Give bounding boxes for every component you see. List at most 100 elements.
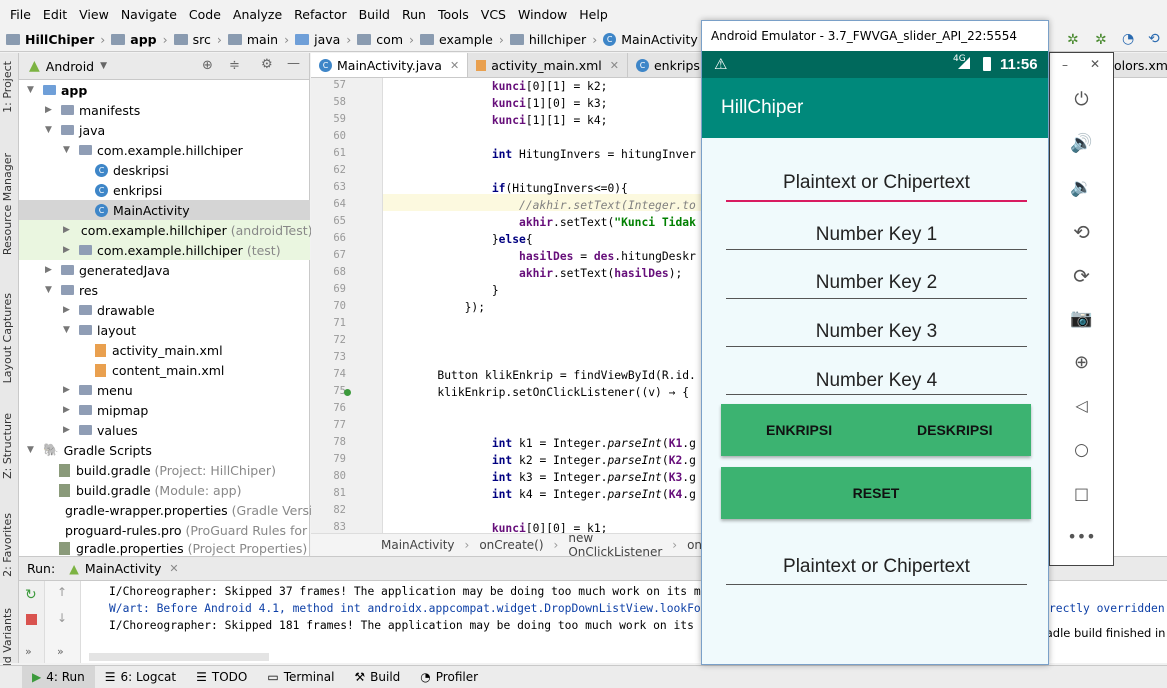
chevron-down-icon[interactable]: ▼	[100, 61, 107, 71]
bottom-tab-run[interactable]: ▶ 4: Run	[22, 665, 95, 688]
tree-item-deskripsi[interactable]: Cdeskripsi	[19, 160, 310, 180]
run-config-tab[interactable]: MainActivity	[85, 561, 162, 576]
tab-colors-xml[interactable]: olors.xml	[1112, 53, 1167, 78]
menu-navigate[interactable]: Navigate	[115, 7, 183, 22]
more-icon[interactable]: »	[25, 645, 32, 658]
tree-item-app[interactable]: ▼ app	[19, 80, 310, 100]
attach-debugger-icon[interactable]: ✲	[1095, 32, 1107, 48]
overview-icon[interactable]: □	[1050, 484, 1113, 503]
bottom-tab-build[interactable]: ⚒ Build	[344, 666, 410, 688]
zoom-icon[interactable]: ⊕	[1050, 352, 1113, 373]
crumb-app[interactable]: app ›	[111, 32, 168, 47]
tree-item-manifests[interactable]: ▶ manifests	[19, 100, 310, 120]
close-icon[interactable]: ✕	[1090, 57, 1100, 71]
close-icon[interactable]: ✕	[169, 562, 178, 575]
profiler-icon[interactable]: ◔	[1122, 31, 1134, 47]
tree-item-gradle-wrapper[interactable]: gradle-wrapper.properties (Gradle Versio…	[19, 500, 333, 520]
tab-layout-captures[interactable]: Layout Captures	[1, 293, 14, 383]
locate-icon[interactable]: ⊕	[202, 58, 213, 73]
menu-tools[interactable]: Tools	[432, 7, 475, 22]
tree-item-proguard[interactable]: proguard-rules.pro (ProGuard Rules for a…	[19, 520, 340, 540]
override-marker-icon[interactable]	[344, 389, 351, 396]
crumb-listener[interactable]: new OnClickListener	[568, 531, 662, 559]
menu-view[interactable]: View	[73, 7, 115, 22]
tab-favorites[interactable]: 2: Favorites	[1, 513, 14, 577]
close-icon[interactable]: ✕	[450, 59, 459, 72]
tree-item-activity-main-xml[interactable]: activity_main.xml	[19, 340, 310, 360]
menu-code[interactable]: Code	[183, 7, 227, 22]
plaintext-input[interactable]: Plaintext or Chipertext	[726, 172, 1027, 194]
key2-input[interactable]: Number Key 2	[726, 272, 1027, 294]
tree-item-menu[interactable]: ▶ menu	[19, 380, 310, 400]
tree-item-test[interactable]: ▶ com.example.hillchiper (test)	[19, 240, 310, 260]
tree-item-build-gradle-module[interactable]: build.gradle (Module: app)	[19, 480, 310, 500]
volume-down-icon[interactable]: 🔉	[1050, 177, 1113, 198]
tree-item-mainactivity[interactable]: C MainActivity	[19, 200, 310, 220]
arrow-down-icon[interactable]: ↓	[57, 611, 67, 625]
crumb-main[interactable]: main ›	[227, 32, 289, 47]
tab-mainactivity-java[interactable]: C MainActivity.java ✕	[311, 53, 469, 77]
back-icon[interactable]: ◁	[1050, 396, 1113, 415]
decrypt-button[interactable]: DESKRIPSI	[917, 422, 992, 438]
arrow-up-icon[interactable]: ↑	[57, 585, 67, 599]
home-icon[interactable]: ○	[1050, 440, 1113, 460]
menu-analyze[interactable]: Analyze	[227, 7, 288, 22]
tree-item-gradle-scripts[interactable]: ▼ 🐘 Gradle Scripts	[19, 440, 310, 460]
bottom-tab-logcat[interactable]: ☰ 6: Logcat	[95, 666, 186, 688]
tree-item-drawable[interactable]: ▶ drawable	[19, 300, 310, 320]
tree-item-java[interactable]: ▼ java	[19, 120, 310, 140]
crumb-method[interactable]: onCreate()	[479, 538, 543, 552]
menu-vcs[interactable]: VCS	[475, 7, 512, 22]
rotate-left-icon[interactable]: ⟲	[1050, 220, 1113, 244]
more-icon[interactable]: »	[57, 645, 64, 658]
tree-item-generatedjava[interactable]: ▶ generatedJava	[19, 260, 310, 280]
tree-item-package[interactable]: ▼ com.example.hillchiper	[19, 140, 310, 160]
crumb-example[interactable]: example ›	[420, 32, 504, 47]
hide-icon[interactable]: —	[287, 56, 300, 71]
tree-item-gradle-properties[interactable]: gradle.properties (Project Properties)	[19, 540, 310, 556]
debug-icon[interactable]: ✲	[1067, 32, 1079, 48]
crumb-mainactivity[interactable]: C MainActivity	[603, 32, 698, 47]
minimize-icon[interactable]: –	[1062, 58, 1068, 72]
menu-file[interactable]: File	[4, 7, 37, 22]
tab-structure[interactable]: Z: Structure	[1, 413, 14, 479]
menu-help[interactable]: Help	[573, 7, 614, 22]
encrypt-button[interactable]: ENKRIPSI	[766, 422, 832, 438]
close-icon[interactable]: ✕	[610, 59, 619, 72]
key3-input[interactable]: Number Key 3	[726, 321, 1027, 343]
menu-refactor[interactable]: Refactor	[288, 7, 352, 22]
crumb-hillchiper[interactable]: hillchiper ›	[509, 32, 597, 47]
menu-build[interactable]: Build	[353, 7, 396, 22]
collapse-icon[interactable]: ≑	[229, 58, 240, 73]
tab-resource-manager[interactable]: Resource Manager	[1, 153, 14, 255]
menu-edit[interactable]: Edit	[37, 7, 73, 22]
rerun-icon[interactable]: ↻	[25, 587, 37, 603]
crumb-class[interactable]: MainActivity	[381, 538, 455, 552]
tree-item-build-gradle-project[interactable]: build.gradle (Project: HillChiper)	[19, 460, 310, 480]
key1-input[interactable]: Number Key 1	[726, 224, 1027, 246]
camera-icon[interactable]: 📷	[1050, 308, 1113, 329]
crumb-src[interactable]: src ›	[173, 32, 222, 47]
tree-item-androidtest[interactable]: ▶ com.example.hillchiper (androidTest)	[19, 220, 313, 240]
crumb-project[interactable]: HillChiper ›	[6, 32, 105, 47]
more-icon[interactable]: •••	[1050, 527, 1113, 546]
rotate-right-icon[interactable]: ⟳	[1050, 264, 1113, 288]
tree-item-layout[interactable]: ▼ layout	[19, 320, 310, 340]
sync-icon[interactable]: ⟲	[1148, 31, 1160, 47]
menu-window[interactable]: Window	[512, 7, 573, 22]
console-scrollbar[interactable]	[89, 653, 269, 661]
menu-run[interactable]: Run	[396, 7, 432, 22]
gear-icon[interactable]: ⚙	[261, 57, 273, 72]
bottom-tab-terminal[interactable]: ▭ Terminal	[257, 666, 344, 688]
tree-item-values[interactable]: ▶ values	[19, 420, 310, 440]
tree-item-content-main-xml[interactable]: content_main.xml	[19, 360, 310, 380]
tab-activity-main-xml[interactable]: activity_main.xml ✕	[468, 53, 628, 77]
tree-item-enkripsi[interactable]: Cenkripsi	[19, 180, 310, 200]
key4-input[interactable]: Number Key 4	[726, 370, 1027, 392]
crumb-com[interactable]: com ›	[357, 32, 414, 47]
reset-button[interactable]: RESET	[721, 467, 1031, 519]
bottom-tab-profiler[interactable]: ◔ Profiler	[410, 666, 488, 688]
bottom-tab-todo[interactable]: ☰ TODO	[186, 666, 257, 688]
project-view-select[interactable]: Android	[46, 59, 94, 74]
tree-item-mipmap[interactable]: ▶ mipmap	[19, 400, 310, 420]
